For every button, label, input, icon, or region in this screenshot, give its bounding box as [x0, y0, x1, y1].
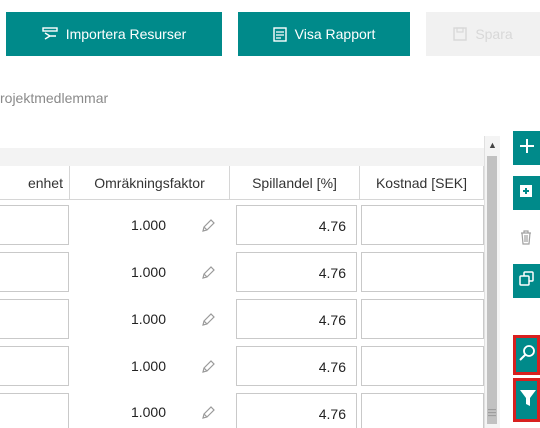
cost-cell[interactable]	[361, 393, 484, 428]
unit-cell[interactable]	[0, 393, 69, 428]
pencil-icon[interactable]	[200, 218, 216, 234]
delete-button[interactable]	[513, 222, 540, 256]
grid-group-bar	[0, 148, 484, 166]
cost-cell[interactable]	[361, 252, 484, 292]
save-label: Spara	[475, 26, 513, 42]
plus-icon	[519, 138, 535, 159]
cost-cell[interactable]	[361, 205, 484, 245]
add-file-icon	[519, 184, 533, 203]
column-header-cost[interactable]: Kostnad [SEK]	[360, 166, 484, 200]
show-report-label: Visa Rapport	[294, 26, 376, 42]
grip-icon: — — —	[488, 405, 496, 420]
vertical-scrollbar[interactable]: ▲ — — —	[484, 136, 500, 428]
save-button[interactable]: Spara	[426, 12, 540, 56]
pencil-icon[interactable]	[200, 312, 216, 328]
report-icon	[272, 26, 287, 42]
filter-button[interactable]	[513, 378, 540, 422]
resource-grid: enhet Omräkningsfaktor Spillandel [%] Ko…	[0, 148, 484, 428]
cost-cell[interactable]	[361, 299, 484, 339]
column-header-waste-share[interactable]: Spillandel [%]	[230, 166, 360, 200]
copy-button[interactable]	[513, 264, 540, 298]
search-icon	[519, 344, 537, 367]
waste-share-value: 4.76	[318, 265, 346, 281]
add-file-button[interactable]	[513, 176, 540, 210]
unit-cell[interactable]	[0, 346, 69, 386]
pencil-icon[interactable]	[200, 359, 216, 375]
conversion-factor-value: 1.000	[130, 264, 166, 280]
waste-share-value: 4.76	[318, 312, 346, 328]
search-button[interactable]	[513, 335, 540, 375]
import-resources-button[interactable]: Importera Resurser	[6, 12, 222, 56]
unit-cell[interactable]	[0, 205, 69, 245]
waste-share-value: 4.76	[318, 359, 346, 375]
filter-icon	[519, 388, 537, 413]
conversion-factor-value: 1.000	[130, 404, 166, 420]
show-report-button[interactable]: Visa Rapport	[238, 12, 410, 56]
scroll-up-icon[interactable]: ▲	[487, 140, 498, 151]
conversion-factor-value: 1.000	[130, 311, 166, 327]
unit-cell[interactable]	[0, 252, 69, 292]
column-header-unit[interactable]: enhet	[0, 166, 70, 200]
pencil-icon[interactable]	[200, 265, 216, 281]
pencil-icon[interactable]	[200, 405, 216, 421]
waste-share-value: 4.76	[318, 406, 346, 422]
unit-cell[interactable]	[0, 299, 69, 339]
cost-cell[interactable]	[361, 346, 484, 386]
tab-project-members[interactable]: rojektmedlemmar	[0, 90, 108, 106]
import-icon	[42, 27, 58, 41]
conversion-factor-value: 1.000	[130, 358, 166, 374]
column-header-conversion-factor[interactable]: Omräkningsfaktor	[70, 166, 230, 200]
import-resources-label: Importera Resurser	[65, 26, 187, 42]
add-row-button[interactable]	[513, 131, 540, 165]
save-icon	[453, 27, 468, 41]
scrollbar-thumb[interactable]	[487, 156, 497, 424]
copy-icon	[519, 270, 535, 292]
conversion-factor-value: 1.000	[130, 217, 166, 233]
waste-share-value: 4.76	[318, 218, 346, 234]
trash-icon	[519, 229, 533, 250]
